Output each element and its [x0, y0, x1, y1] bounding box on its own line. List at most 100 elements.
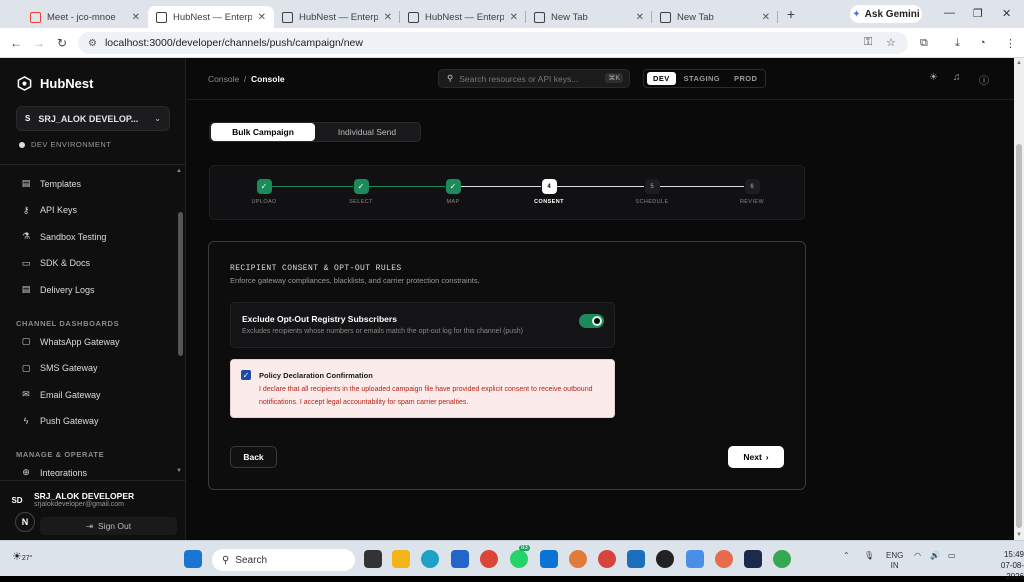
hubnest-app: HubNest S SRJ_ALOK DEVELOP... ⌄ DEV ENVI…	[0, 58, 1014, 540]
close-tab-icon[interactable]: ✕	[132, 12, 140, 23]
new-tab-button[interactable]: +	[780, 6, 802, 22]
close-tab-icon[interactable]: ✕	[636, 12, 644, 23]
reload-icon[interactable]: ↻	[57, 36, 67, 50]
scroll-down-arrow-icon[interactable]: ▼	[1016, 532, 1022, 538]
sidebar-item-push-gateway[interactable]: ϟ Push Gateway	[20, 416, 99, 426]
scroll-down-icon[interactable]: ▼	[176, 468, 182, 474]
sidebar-item-whatsapp-gateway[interactable]: ▢ WhatsApp Gateway	[20, 336, 120, 347]
help-icon[interactable]: ⓘ	[979, 72, 989, 87]
address-bar[interactable]: ⚙ localhost:3000/developer/channels/push…	[78, 32, 908, 54]
menu-icon[interactable]: ⋮	[1005, 37, 1016, 50]
user-avatar: SD	[11, 495, 23, 505]
next-button[interactable]: Next ›	[728, 446, 784, 468]
env-option-prod[interactable]: PROD	[728, 72, 763, 85]
env-option-dev[interactable]: DEV	[647, 72, 676, 85]
start-icon[interactable]	[184, 550, 202, 568]
close-tab-icon[interactable]: ✕	[510, 12, 518, 23]
studio-icon[interactable]	[744, 550, 762, 568]
tool-icon[interactable]	[686, 550, 704, 568]
browser-tab[interactable]: HubNest — Enterprise ✕	[400, 6, 526, 28]
tab-bulk-campaign[interactable]: Bulk Campaign	[211, 123, 315, 141]
browser-tab[interactable]: New Tab ✕	[526, 6, 652, 28]
sidebar-item-sms-gateway[interactable]: ▢ SMS Gateway	[20, 363, 98, 374]
close-tab-icon[interactable]: ✕	[258, 12, 266, 23]
sidebar-item-api-keys[interactable]: ⚷ API Keys	[20, 205, 77, 216]
download-icon[interactable]: ⤓	[955, 37, 960, 50]
weather-widget[interactable]: ☀27°	[12, 550, 32, 563]
sidebar-item-integrations[interactable]: ⊕ Integrations	[20, 467, 87, 476]
page-scroll-thumb[interactable]	[1016, 144, 1022, 528]
browser-tab[interactable]: HubNest — Enterprise ✕	[274, 6, 400, 28]
battery-icon[interactable]: ▭	[948, 551, 956, 560]
step-schedule[interactable]: 5 SCHEDULE	[622, 179, 682, 205]
step-review[interactable]: 6 REVIEW	[722, 179, 782, 205]
scroll-up-icon[interactable]: ▲	[176, 168, 182, 174]
sidebar-item-sdk-docs[interactable]: ▭ SDK & Docs	[20, 258, 90, 269]
taskbar-search[interactable]: ⚲ Search	[212, 549, 355, 571]
sidebar-item-email-gateway[interactable]: ✉ Email Gateway	[20, 389, 100, 400]
sidebar-item-label: API Keys	[40, 205, 78, 215]
breadcrumb-root[interactable]: Console	[208, 74, 239, 84]
chrome-green-icon[interactable]	[773, 550, 791, 568]
step-map[interactable]: ✓ MAP	[423, 179, 483, 205]
edge-icon[interactable]	[421, 550, 439, 568]
bell-icon[interactable]: ♫	[953, 72, 961, 83]
close-tab-icon[interactable]: ✕	[762, 12, 770, 23]
maximize-button[interactable]: ❐	[973, 7, 983, 20]
workspace-selector[interactable]: S SRJ_ALOK DEVELOP... ⌄	[16, 106, 170, 131]
minimize-button[interactable]: —	[944, 7, 955, 19]
vscode-icon[interactable]	[540, 550, 558, 568]
chrome-profile-icon[interactable]	[569, 550, 587, 568]
opt-out-toggle[interactable]	[579, 314, 604, 328]
task-view-icon[interactable]	[364, 550, 382, 568]
sidebar-item-templates[interactable]: ▤ Templates	[20, 178, 81, 189]
app-icon[interactable]	[627, 550, 645, 568]
language-indicator[interactable]: ENG IN	[886, 551, 903, 571]
policy-checkbox[interactable]: ✓	[241, 370, 251, 380]
tray-chevron-icon[interactable]: ⌃	[843, 551, 850, 560]
sidebar-item-delivery-logs[interactable]: ▤ Delivery Logs	[20, 284, 95, 295]
ask-gemini-button[interactable]: ✦ Ask Gemini	[850, 5, 922, 23]
volume-icon[interactable]: 🔊	[930, 551, 940, 560]
next-devtools-badge[interactable]: N	[15, 512, 35, 532]
forward-nav-icon[interactable]: →	[33, 36, 45, 50]
clock[interactable]: 15:49 07-08-2026	[986, 549, 1024, 582]
env-option-staging[interactable]: STAGING	[678, 72, 726, 85]
close-tab-icon[interactable]: ✕	[384, 12, 392, 23]
back-button[interactable]: Back	[230, 446, 277, 468]
bookmark-star-icon[interactable]: ☆	[886, 36, 896, 49]
step-select[interactable]: ✓ SELECT	[331, 179, 391, 205]
browser-tab[interactable]: Meet - jco-mnoe ✕	[22, 6, 148, 28]
step-consent[interactable]: 4 CONSENT	[519, 179, 579, 205]
mic-icon[interactable]: 🎙	[864, 551, 874, 560]
site-info-icon[interactable]: ⚙	[88, 38, 97, 49]
chrome-icon[interactable]	[480, 550, 498, 568]
wifi-icon[interactable]: ◠	[914, 551, 921, 560]
step-upload[interactable]: ✓ UPLOAD	[234, 179, 294, 205]
section-subtitle: Enforce gateway compliances, blacklists,…	[230, 276, 480, 285]
store-icon[interactable]	[451, 550, 469, 568]
password-key-icon[interactable]: ⚿	[864, 36, 872, 49]
close-window-button[interactable]: ✕	[1002, 7, 1011, 20]
theme-toggle-icon[interactable]: ☀	[929, 72, 938, 83]
browser-tab[interactable]: HubNest — Enterprise ✕	[148, 6, 274, 28]
whatsapp-icon[interactable]: 83	[510, 545, 530, 568]
browser-tab[interactable]: New Tab ✕	[652, 6, 778, 28]
tab-individual-send[interactable]: Individual Send	[315, 123, 419, 141]
sidebar-scrollbar[interactable]: ▲ ▼	[176, 168, 184, 478]
page-scrollbar[interactable]: ▲ ▼	[1014, 58, 1024, 540]
brand-logo[interactable]: HubNest	[17, 76, 93, 91]
profile-icon[interactable]: ◔	[979, 37, 986, 49]
back-nav-icon[interactable]: ←	[10, 36, 22, 50]
github-icon[interactable]	[656, 550, 674, 568]
extensions-icon[interactable]: ⧉	[920, 37, 928, 50]
sidebar-nav: CHANNEL DASHBOARDS MANAGE & OPERATE ▤ Tem…	[0, 168, 176, 476]
sign-out-button[interactable]: ⇥ Sign Out	[40, 517, 177, 535]
claude-icon[interactable]	[715, 550, 733, 568]
file-explorer-icon[interactable]	[392, 550, 410, 568]
sidebar-scroll-thumb[interactable]	[178, 212, 183, 356]
search-input[interactable]: ⚲ Search resources or API keys... ⌘K	[438, 69, 630, 88]
chrome-alt-icon[interactable]	[598, 550, 616, 568]
scroll-up-arrow-icon[interactable]: ▲	[1016, 60, 1022, 66]
sidebar-item-sandbox-testing[interactable]: ⚗ Sandbox Testing	[20, 231, 106, 242]
